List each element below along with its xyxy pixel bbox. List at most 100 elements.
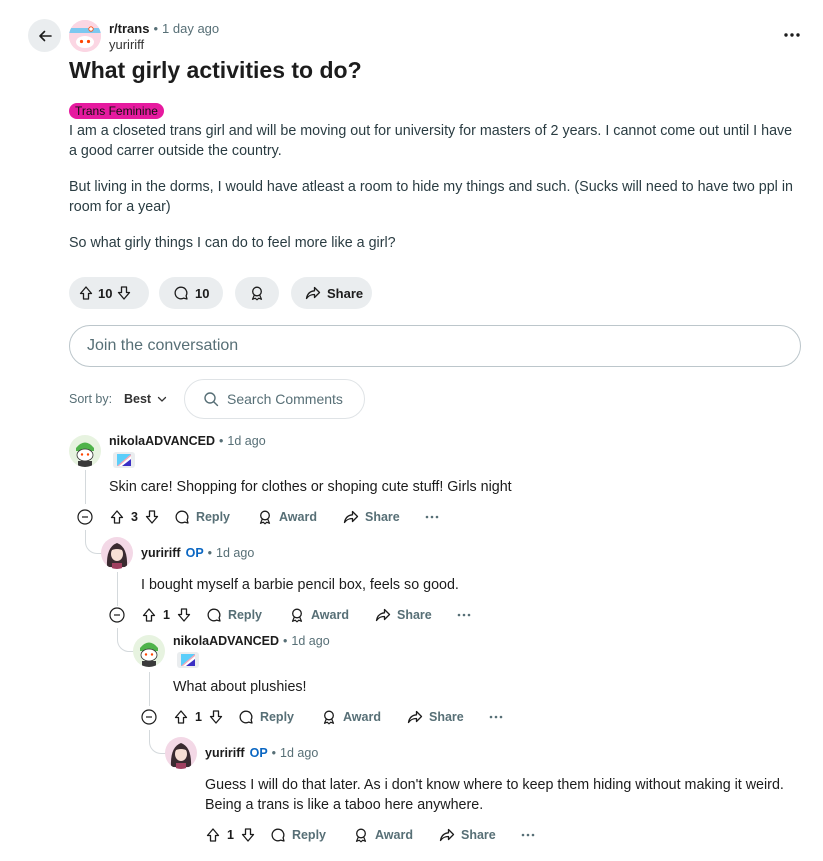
comment-time: 1d ago <box>280 746 319 760</box>
search-comments-input[interactable]: Search Comments <box>184 379 365 419</box>
share-label: Share <box>460 828 496 842</box>
comment-time: 1d ago <box>227 434 266 448</box>
downvote-icon[interactable] <box>144 509 160 525</box>
back-button[interactable] <box>28 19 61 52</box>
thread-line <box>117 572 118 606</box>
reply-label: Reply <box>227 608 262 622</box>
collapse-button[interactable] <box>141 709 157 725</box>
comment-vote-count: 1 <box>195 710 202 724</box>
comment-text: Skin care! Shopping for clothes or shopi… <box>109 479 512 495</box>
reply-label: Reply <box>291 828 326 842</box>
award-button[interactable]: Award <box>289 607 349 623</box>
share-button[interactable]: Share <box>407 709 464 725</box>
award-label: Award <box>279 510 317 524</box>
avatar[interactable] <box>101 537 133 569</box>
downvote-icon[interactable] <box>240 827 256 843</box>
share-button[interactable]: Share <box>291 277 372 309</box>
award-icon <box>251 286 263 301</box>
comment-actions: 1 Reply Award Share <box>205 824 535 846</box>
comment-icon <box>207 608 221 622</box>
award-button[interactable]: Award <box>257 509 317 525</box>
sort-dropdown[interactable]: Best <box>124 392 167 406</box>
post-body-paragraph: So what girly things I can do to feel mo… <box>69 235 396 251</box>
collapse-icon <box>77 509 93 525</box>
share-icon <box>343 510 359 524</box>
collapse-button[interactable] <box>109 607 125 623</box>
share-button[interactable]: Share <box>343 509 400 525</box>
comment-more-button[interactable] <box>425 514 439 520</box>
post-meta: r/trans • 1 day ago <box>109 21 220 36</box>
downvote-icon[interactable] <box>208 709 224 725</box>
reply-label: Reply <box>259 710 294 724</box>
user-avatar-icon <box>133 635 165 667</box>
more-horizontal-icon <box>521 833 535 837</box>
award-button[interactable]: Award <box>321 709 381 725</box>
collapse-button[interactable] <box>77 509 93 525</box>
award-button[interactable]: Award <box>353 827 413 843</box>
avatar[interactable] <box>165 737 197 769</box>
comment-more-button[interactable] <box>489 714 503 720</box>
more-options-button[interactable] <box>782 28 802 42</box>
comment-author[interactable]: nikolaADVANCED <box>173 634 279 648</box>
comment-vote-count: 1 <box>163 608 170 622</box>
comment-icon <box>239 710 253 724</box>
share-label: Share <box>327 285 364 301</box>
share-icon <box>305 286 321 300</box>
comment-icon <box>271 828 285 842</box>
comment-author[interactable]: yuririff <box>205 746 245 760</box>
award-button[interactable] <box>235 277 279 309</box>
join-conversation-input[interactable]: Join the conversation <box>69 325 801 367</box>
share-icon <box>375 608 391 622</box>
comment-vote-group: 1 <box>173 709 224 725</box>
comment-header: yuririff OP • 1d ago <box>141 546 255 560</box>
downvote-icon[interactable] <box>116 285 132 301</box>
search-placeholder: Search Comments <box>227 391 343 407</box>
user-avatar-icon <box>69 435 101 467</box>
user-flair <box>177 652 199 668</box>
share-button[interactable]: Share <box>439 827 496 843</box>
award-label: Award <box>343 710 381 724</box>
post-flair[interactable]: Trans Feminine <box>69 103 164 119</box>
trans-flag-icon <box>117 454 131 466</box>
trans-flag-icon <box>181 654 195 666</box>
user-avatar-icon <box>101 537 133 569</box>
reply-button[interactable]: Reply <box>206 607 262 623</box>
award-label: Award <box>375 828 413 842</box>
thread-line <box>149 672 150 706</box>
op-badge: OP <box>185 546 204 560</box>
reply-label: Reply <box>195 510 230 524</box>
avatar[interactable] <box>69 435 101 467</box>
more-horizontal-icon <box>425 515 439 519</box>
reply-button[interactable]: Reply <box>238 709 294 725</box>
post-body-paragraph: But living in the dorms, I would have at… <box>69 179 793 215</box>
downvote-icon[interactable] <box>176 607 192 623</box>
comment-more-button[interactable] <box>521 832 535 838</box>
upvote-icon[interactable] <box>205 827 221 843</box>
avatar[interactable] <box>133 635 165 667</box>
subreddit-link[interactable]: r/trans <box>109 21 149 36</box>
sort-value: Best <box>124 392 152 406</box>
upvote-icon[interactable] <box>78 285 94 301</box>
post-body-paragraph: I am a closeted trans girl and will be m… <box>69 123 793 159</box>
upvote-icon[interactable] <box>109 509 125 525</box>
comment-text: I bought myself a barbie pencil box, fee… <box>141 577 459 593</box>
upvote-icon[interactable] <box>141 607 157 623</box>
comment-vote-count: 1 <box>227 828 234 842</box>
op-badge: OP <box>249 746 268 760</box>
user-flair <box>113 452 135 468</box>
comment-author[interactable]: yuririff <box>141 546 181 560</box>
upvote-icon[interactable] <box>173 709 189 725</box>
comments-button[interactable]: 10 <box>159 277 223 309</box>
search-icon <box>204 392 219 407</box>
comment-more-button[interactable] <box>457 612 471 618</box>
comment-vote-group: 1 <box>141 607 192 623</box>
subreddit-avatar[interactable] <box>69 20 101 52</box>
post-author[interactable]: yuririff <box>109 37 144 52</box>
sort-label: Sort by: <box>69 392 113 406</box>
comment-vote-count: 3 <box>131 510 138 524</box>
comment-author[interactable]: nikolaADVANCED <box>109 434 215 448</box>
reply-button[interactable]: Reply <box>270 827 326 843</box>
comment-count: 10 <box>195 285 210 301</box>
share-button[interactable]: Share <box>375 607 432 623</box>
reply-button[interactable]: Reply <box>174 509 230 525</box>
